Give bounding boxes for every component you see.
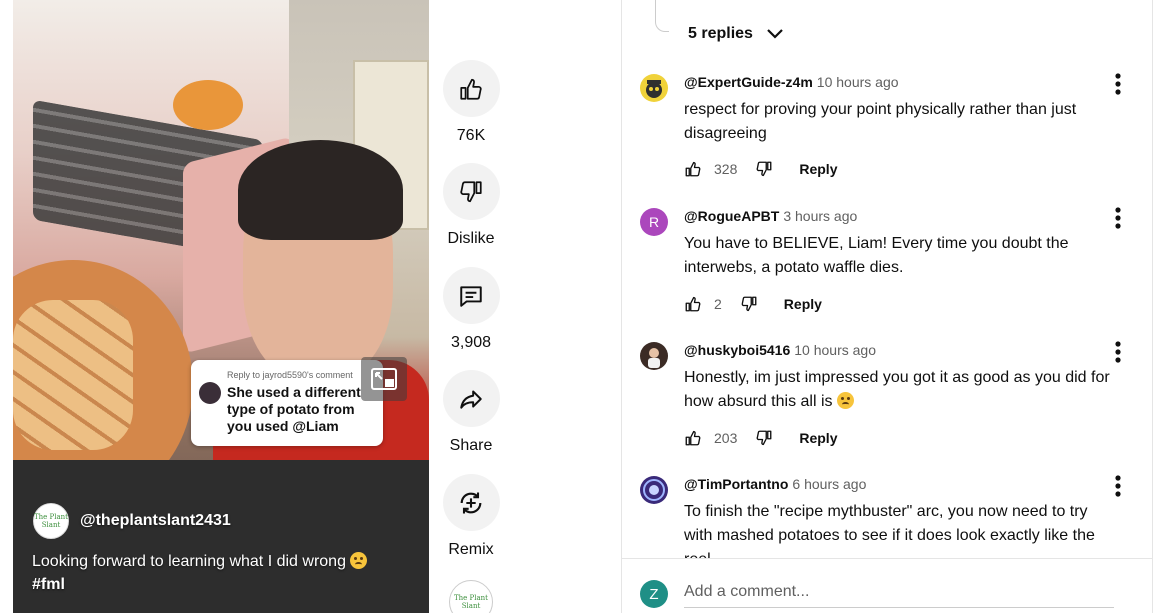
comment-time[interactable]: 6 hours ago xyxy=(792,476,866,492)
potato-wedges xyxy=(13,300,133,450)
current-user-initial: Z xyxy=(649,585,659,603)
comment-actions: 203 Reply xyxy=(684,429,837,447)
upside-down-face-emoji-icon xyxy=(349,552,367,569)
remix-action: Remix xyxy=(436,474,506,559)
reply-sticker: Reply to jayrod5590's comment She used a… xyxy=(191,360,383,446)
reply-button[interactable]: Reply xyxy=(799,161,837,177)
dislike-button[interactable] xyxy=(442,163,500,220)
remix-button[interactable] xyxy=(442,474,500,531)
thumbs-up-icon[interactable] xyxy=(684,295,702,313)
comment-text: respect for proving your point physicall… xyxy=(684,101,1077,142)
video-caption: Looking forward to learning what I did w… xyxy=(32,550,412,596)
comment-avatar[interactable] xyxy=(640,476,668,504)
comments-button[interactable] xyxy=(442,267,500,324)
comment-count: 3,908 xyxy=(450,334,492,351)
comment-author[interactable]: @RogueAPBT xyxy=(684,208,779,224)
comment-time[interactable]: 3 hours ago xyxy=(783,208,857,224)
avatar-face-icon xyxy=(646,80,662,98)
channel-logo-text: The Plant Slant xyxy=(34,513,68,529)
more-vert-icon xyxy=(1115,475,1121,497)
comment-avatar[interactable] xyxy=(640,342,668,370)
thumbs-down-icon[interactable] xyxy=(755,160,773,178)
thread-connector xyxy=(655,0,669,32)
thumbs-up-icon[interactable] xyxy=(684,160,702,178)
share-button[interactable] xyxy=(442,370,500,427)
thumbs-down-icon[interactable] xyxy=(755,429,773,447)
reply-button[interactable]: Reply xyxy=(784,296,822,312)
picture-in-picture-button[interactable] xyxy=(361,357,407,401)
more-vert-icon xyxy=(1115,73,1121,95)
channel-avatar[interactable]: The Plant Slant xyxy=(33,503,69,539)
like-button[interactable] xyxy=(442,60,500,117)
potato-waffle xyxy=(173,80,243,130)
share-label: Share xyxy=(449,437,493,454)
comment-like-count: 2 xyxy=(714,296,722,312)
more-vert-icon xyxy=(1115,341,1121,363)
comment-author[interactable]: @ExpertGuide-z4m xyxy=(684,74,813,90)
hashtag-link[interactable]: #fml xyxy=(32,573,412,596)
comment-text: Honestly, im just impressed you got it a… xyxy=(684,366,1114,414)
comment-avatar[interactable] xyxy=(640,74,668,102)
shorts-video-player[interactable]: Reply to jayrod5590's comment She used a… xyxy=(13,0,429,613)
reply-sticker-avatar xyxy=(199,382,221,404)
comment-author[interactable]: @huskyboi5416 xyxy=(684,342,790,358)
thumbs-up-icon xyxy=(460,78,482,100)
sound-channel-button[interactable]: The Plant Slant xyxy=(449,580,493,613)
comment-like-count: 203 xyxy=(714,430,738,446)
remix-icon xyxy=(460,492,482,513)
comment-header: @TimPortantno 6 hours ago xyxy=(684,476,866,492)
comment-actions: 328 Reply xyxy=(684,160,837,178)
caption-text: Looking forward to learning what I did w… xyxy=(32,553,346,570)
like-count: 76K xyxy=(456,127,486,144)
comment-avatar[interactable]: R xyxy=(640,208,668,236)
comment-header: @huskyboi5416 10 hours ago xyxy=(684,342,876,358)
comment-time[interactable]: 10 hours ago xyxy=(817,74,899,90)
remix-label: Remix xyxy=(448,541,494,558)
share-arrow-icon xyxy=(460,389,482,409)
comment-actions: 2 Reply xyxy=(684,295,822,313)
sound-logo-text: The Plant Slant xyxy=(454,594,488,610)
laughing-tears-emoji-icon xyxy=(836,392,854,409)
comment-author[interactable]: @TimPortantno xyxy=(684,476,788,492)
comment-action: 3,908 xyxy=(436,267,506,352)
avatar-vortex-icon xyxy=(643,479,665,501)
thumbs-down-icon[interactable] xyxy=(740,295,758,313)
reply-sticker-reply-to: Reply to jayrod5590's comment xyxy=(227,370,353,380)
comment-like-count: 328 xyxy=(714,161,738,177)
comment-text-body: Honestly, im just impressed you got it a… xyxy=(684,369,1110,410)
more-vert-icon xyxy=(1115,207,1121,229)
dislike-action: Dislike xyxy=(436,163,506,248)
channel-row[interactable]: The Plant Slant @theplantslant2431 xyxy=(33,503,231,539)
channel-name[interactable]: @theplantslant2431 xyxy=(80,512,231,530)
current-user-avatar: Z xyxy=(640,580,668,608)
dislike-label: Dislike xyxy=(447,230,495,247)
comment-icon xyxy=(460,285,482,307)
reply-sticker-text: She used a different type of potato from… xyxy=(227,384,361,434)
avatar-letter: R xyxy=(648,214,660,230)
thumbs-down-icon xyxy=(460,180,482,202)
replies-label: 5 replies xyxy=(688,25,753,42)
like-action: 76K xyxy=(436,60,506,145)
avatar-photo-icon xyxy=(648,348,660,368)
comments-panel: 5 replies @ExpertGuide-z4m 10 hours ago r… xyxy=(621,0,1153,613)
comment-header: @ExpertGuide-z4m 10 hours ago xyxy=(684,74,899,90)
comment-time[interactable]: 10 hours ago xyxy=(794,342,876,358)
share-action: Share xyxy=(436,370,506,455)
thumbs-up-icon[interactable] xyxy=(684,429,702,447)
add-comment-input[interactable] xyxy=(684,577,1114,608)
add-comment-bar: Z xyxy=(622,558,1152,613)
reply-button[interactable]: Reply xyxy=(799,430,837,446)
view-replies-button[interactable]: 5 replies xyxy=(688,20,783,48)
person-hair xyxy=(238,140,403,240)
comment-header: @RogueAPBT 3 hours ago xyxy=(684,208,857,224)
chevron-down-icon xyxy=(767,29,783,39)
picture-in-picture-icon xyxy=(371,368,397,390)
comment-text: You have to BELIEVE, Liam! Every time yo… xyxy=(684,235,1069,276)
